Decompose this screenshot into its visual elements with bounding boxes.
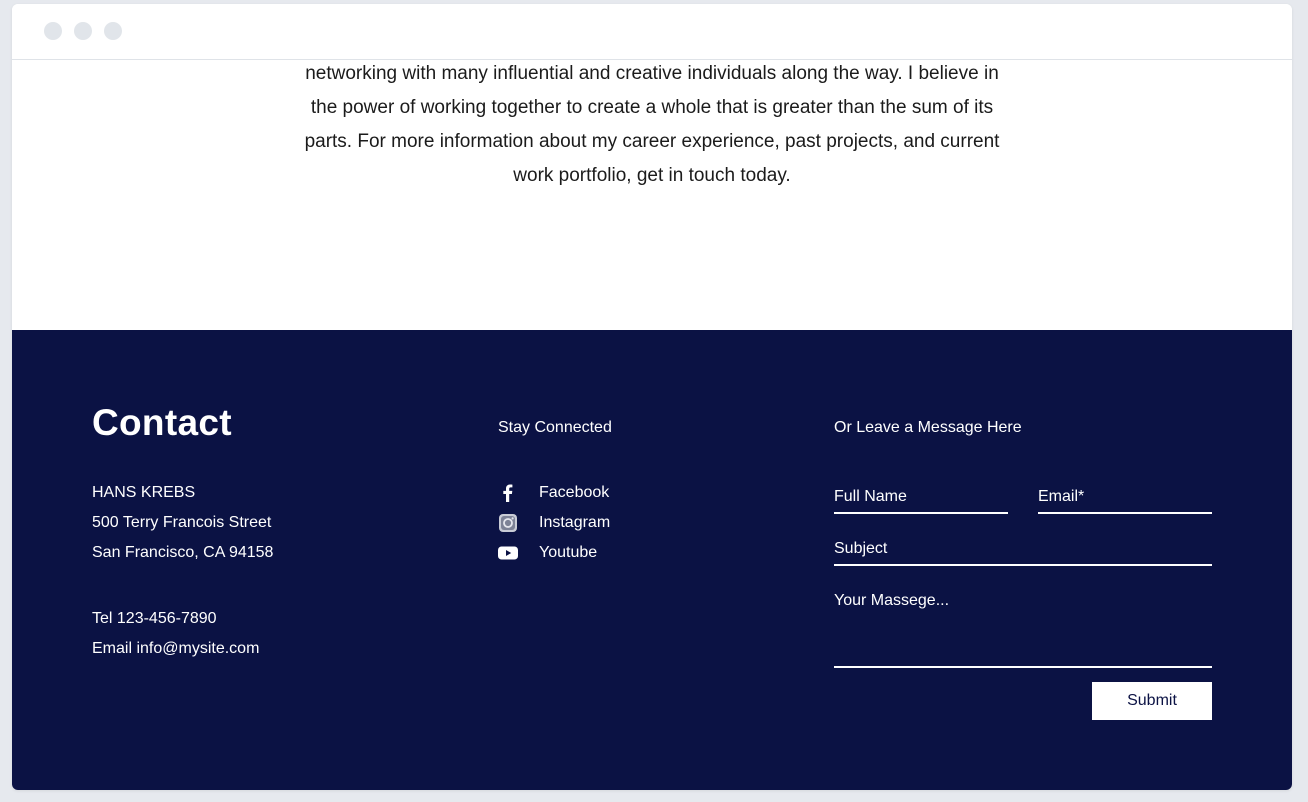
subject-field bbox=[834, 534, 1212, 566]
address-block: HANS KREBS 500 Terry Francois Street San… bbox=[92, 478, 273, 568]
about-line: networking with many influential and cre… bbox=[305, 63, 999, 84]
contact-tel[interactable]: Tel 123-456-7890 bbox=[92, 604, 259, 634]
about-line: parts. For more information about my car… bbox=[304, 131, 1000, 152]
youtube-icon bbox=[498, 543, 518, 563]
contact-footer: Contact HANS KREBS 500 Terry Francois St… bbox=[12, 330, 1292, 790]
social-link-youtube[interactable]: Youtube bbox=[498, 538, 610, 568]
window-close-dot[interactable] bbox=[44, 22, 62, 40]
browser-window: networking with many influential and cre… bbox=[12, 4, 1292, 790]
email-field bbox=[1038, 482, 1212, 514]
email-input[interactable] bbox=[1038, 482, 1212, 512]
message-textarea[interactable] bbox=[834, 592, 1212, 666]
contact-name: HANS KREBS bbox=[92, 484, 196, 501]
about-line: work portfolio, get in touch today. bbox=[513, 165, 791, 186]
social-links: Facebook Instagram Youtube bbox=[498, 478, 610, 568]
full-name-input[interactable] bbox=[834, 482, 1008, 512]
facebook-icon bbox=[498, 483, 518, 503]
window-minimize-dot[interactable] bbox=[74, 22, 92, 40]
full-name-field bbox=[834, 482, 1008, 514]
stay-connected-heading: Stay Connected bbox=[498, 419, 612, 436]
contact-city: San Francisco, CA 94158 bbox=[92, 544, 274, 561]
about-text: networking with many influential and cre… bbox=[252, 57, 1052, 193]
contact-email[interactable]: Email info@mysite.com bbox=[92, 634, 259, 664]
instagram-icon bbox=[498, 513, 518, 533]
social-link-instagram[interactable]: Instagram bbox=[498, 508, 610, 538]
message-field bbox=[834, 592, 1212, 668]
social-label: Facebook bbox=[539, 484, 610, 501]
social-link-facebook[interactable]: Facebook bbox=[498, 478, 610, 508]
contact-title: Contact bbox=[92, 402, 232, 443]
subject-input[interactable] bbox=[834, 534, 1212, 564]
window-maximize-dot[interactable] bbox=[104, 22, 122, 40]
contact-street: 500 Terry Francois Street bbox=[92, 514, 272, 531]
window-titlebar bbox=[12, 4, 1292, 60]
social-label: Instagram bbox=[539, 514, 611, 531]
about-line: the power of working together to create … bbox=[310, 97, 994, 118]
message-form-heading: Or Leave a Message Here bbox=[834, 419, 1022, 436]
submit-button[interactable]: Submit bbox=[1092, 682, 1212, 720]
contact-details: Tel 123-456-7890 Email info@mysite.com bbox=[92, 604, 259, 664]
social-label: Youtube bbox=[539, 544, 598, 561]
